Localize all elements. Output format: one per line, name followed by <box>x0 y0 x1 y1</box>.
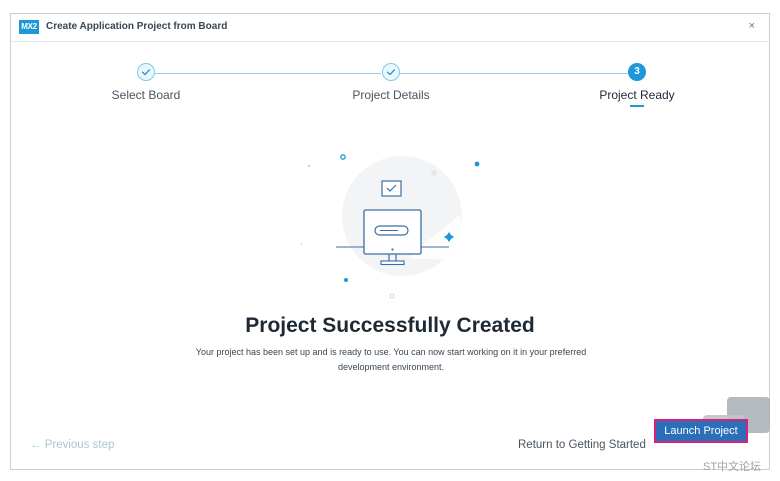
step-connector <box>399 73 628 74</box>
step-2-check-icon <box>382 63 400 81</box>
watermark-text: ST中文论坛 <box>703 461 762 473</box>
step-1-label: Select Board <box>111 88 181 102</box>
return-to-getting-started-link[interactable]: Return to Getting Started <box>518 439 646 451</box>
success-description: Your project has been set up and is read… <box>195 347 587 372</box>
step-3-number: 3 <box>628 63 646 81</box>
launch-project-button[interactable]: Launch Project <box>654 419 748 443</box>
success-computer-illustration <box>301 154 480 299</box>
create-project-dialog: MX2 Create Application Project from Boar… <box>10 13 770 470</box>
step-3-label: Project Ready <box>599 88 675 102</box>
previous-step-link[interactable]: ← Previous step <box>30 439 114 451</box>
progress-stepper: Select Board Project Details 3 Project R… <box>11 14 769 124</box>
step-connector <box>155 73 381 74</box>
current-step-indicator <box>630 105 644 107</box>
step-1-check-icon <box>137 63 155 81</box>
step-2-label: Project Details <box>352 88 430 102</box>
success-heading: Project Successfully Created <box>245 314 535 337</box>
